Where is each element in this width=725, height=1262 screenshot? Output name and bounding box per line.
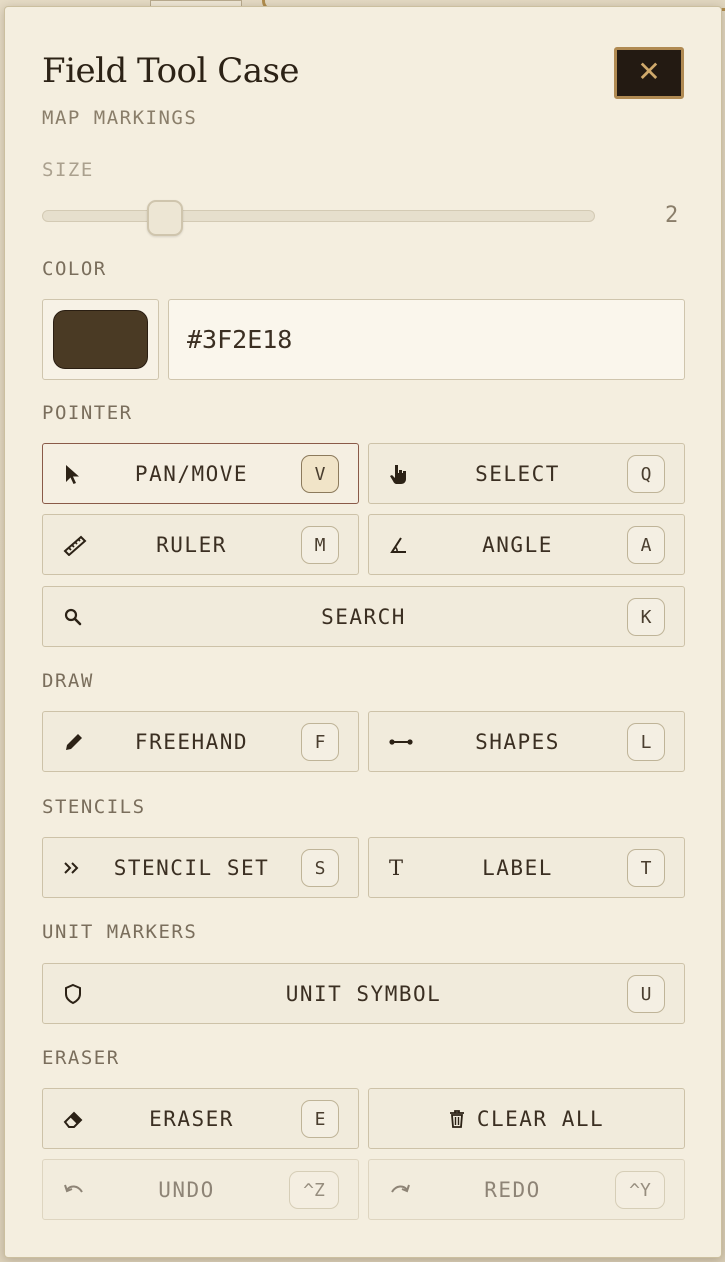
unit-symbol-shortcut: U [627, 975, 665, 1013]
search-label: SEARCH [321, 604, 406, 629]
clear-all-button[interactable]: CLEAR ALL [368, 1088, 685, 1149]
search-button[interactable]: SEARCH K [42, 586, 685, 647]
label-shortcut: T [627, 849, 665, 887]
eraser-section-label: ERASER [42, 1047, 120, 1069]
size-label: SIZE [42, 159, 94, 181]
close-button[interactable]: ✕ [614, 47, 684, 99]
freehand-shortcut: F [301, 723, 339, 761]
stencil-set-button[interactable]: STENCIL SET S [42, 837, 359, 898]
field-tool-panel: Field Tool Case MAP MARKINGS ✕ SIZE 2 CO… [4, 6, 722, 1258]
draw-section-label: DRAW [42, 670, 94, 692]
shapes-button[interactable]: SHAPES L [368, 711, 685, 772]
undo-shortcut: ^Z [289, 1171, 339, 1209]
color-hex-input[interactable] [168, 299, 685, 380]
panel-subtitle: MAP MARKINGS [42, 107, 198, 129]
search-shortcut: K [627, 598, 665, 636]
stencils-section-label: STENCILS [42, 796, 146, 818]
undo-button[interactable]: UNDO ^Z [42, 1159, 359, 1220]
pan-move-button[interactable]: PAN/MOVE V [42, 443, 359, 504]
shapes-shortcut: L [627, 723, 665, 761]
unit-markers-section-label: UNIT MARKERS [42, 921, 198, 943]
unit-symbol-label: UNIT SYMBOL [285, 981, 442, 1006]
size-slider-track[interactable] [42, 210, 595, 222]
pan-move-shortcut: V [301, 455, 339, 493]
pointer-section-label: POINTER [42, 402, 133, 424]
color-label: COLOR [42, 258, 107, 280]
eraser-shortcut: E [301, 1100, 339, 1138]
clear-all-label: CLEAR ALL [476, 1106, 605, 1131]
color-swatch [53, 310, 148, 369]
angle-button[interactable]: ANGLE A [368, 514, 685, 575]
size-slider-thumb[interactable] [147, 200, 183, 236]
eraser-button[interactable]: ERASER E [42, 1088, 359, 1149]
trash-icon [449, 1109, 465, 1129]
redo-button[interactable]: REDO ^Y [368, 1159, 685, 1220]
redo-shortcut: ^Y [615, 1171, 665, 1209]
panel-title: Field Tool Case [42, 51, 300, 91]
ruler-button[interactable]: RULER M [42, 514, 359, 575]
unit-symbol-button[interactable]: UNIT SYMBOL U [42, 963, 685, 1024]
select-shortcut: Q [627, 455, 665, 493]
freehand-button[interactable]: FREEHAND F [42, 711, 359, 772]
angle-shortcut: A [627, 526, 665, 564]
stencil-set-shortcut: S [301, 849, 339, 887]
select-button[interactable]: SELECT Q [368, 443, 685, 504]
color-swatch-button[interactable] [42, 299, 159, 380]
close-icon: ✕ [637, 55, 661, 88]
size-value: 2 [665, 203, 679, 228]
clear-all-content: CLEAR ALL [369, 1089, 684, 1148]
ruler-shortcut: M [301, 526, 339, 564]
label-button[interactable]: T LABEL T [368, 837, 685, 898]
